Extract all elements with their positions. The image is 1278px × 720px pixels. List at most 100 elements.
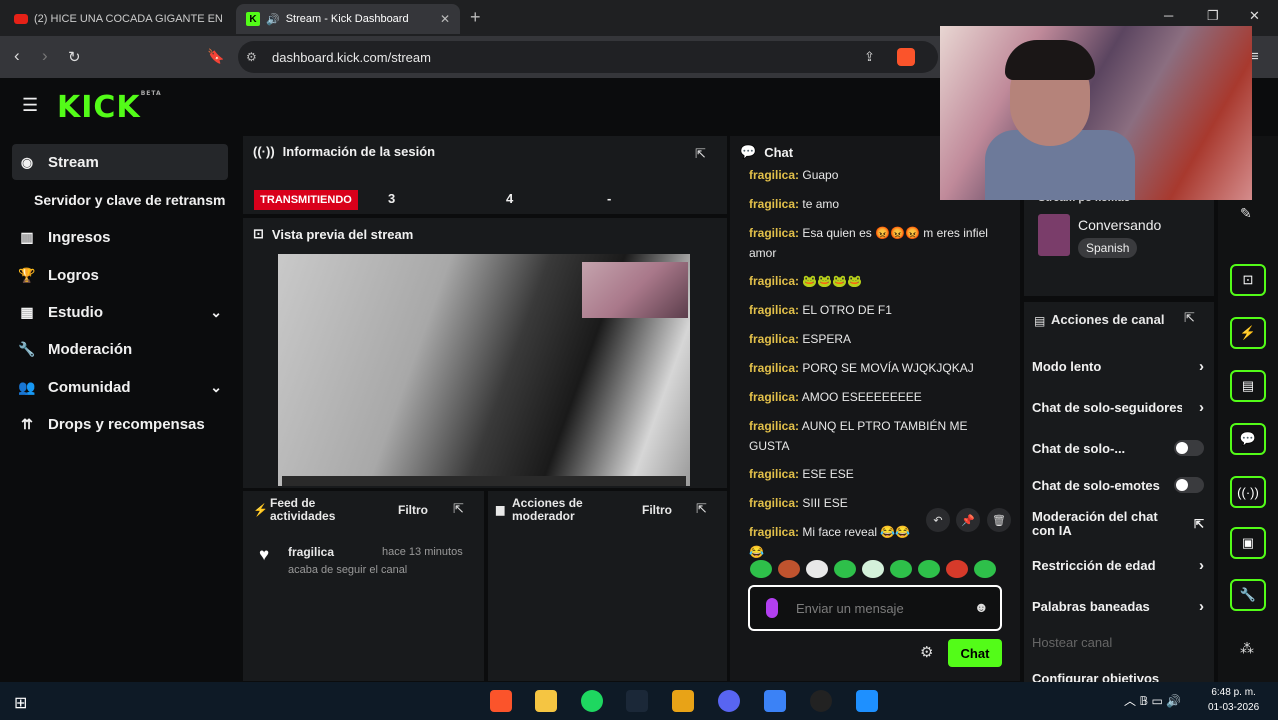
sidebar-item-server-key[interactable]: Servidor y clave de retransm (28, 182, 248, 218)
app-icon[interactable] (856, 690, 878, 712)
chat-message[interactable]: fragilica: ESPERA (749, 329, 999, 349)
browser-tab-kick[interactable]: K 🔊 Stream - Kick Dashboard ✕ (236, 4, 460, 34)
popout-icon[interactable]: ⇱ (696, 501, 707, 517)
chat-username[interactable]: fragilica: (749, 303, 799, 317)
popout-icon[interactable]: ⇱ (695, 146, 706, 162)
chat-message[interactable]: fragilica: AMOO ESEEEEEEEE (749, 387, 999, 407)
chat-username[interactable]: fragilica: (749, 419, 799, 433)
feed-username[interactable]: fragilica (288, 545, 334, 559)
chat-username[interactable]: fragilica: (749, 390, 799, 404)
tool-bolt-button[interactable]: ⚡ (1230, 317, 1266, 349)
share-icon[interactable]: ⇪ (864, 49, 875, 65)
chat-message[interactable]: fragilica: Esa quien es 😡😡😡 m eres infie… (749, 223, 999, 263)
chat-username[interactable]: fragilica: (749, 361, 799, 375)
spotify-icon[interactable] (581, 690, 603, 712)
subs-only-toggle[interactable] (1174, 440, 1204, 456)
chat-username[interactable]: fragilica: (749, 496, 799, 510)
chat-message[interactable]: fragilica: PORQ SE MOVÍA WJQKJQKAJ (749, 358, 999, 378)
maximize-icon[interactable]: ❐ (1207, 8, 1219, 24)
sidebar-item-moderacion[interactable]: 🔧 Moderación (12, 331, 228, 367)
emote-icon[interactable] (778, 560, 800, 578)
category-name[interactable]: Conversando (1078, 217, 1161, 233)
discord-icon[interactable] (718, 690, 740, 712)
send-chat-button[interactable]: Chat (948, 639, 1002, 667)
popout-icon[interactable]: ⇱ (453, 501, 464, 517)
chat-message[interactable]: fragilica: Mi face reveal 😂😂😂 (749, 522, 919, 562)
bookmark-icon[interactable]: 🔖 (207, 48, 224, 65)
chat-username[interactable]: fragilica: (749, 197, 799, 211)
chat-username[interactable]: fragilica: (749, 467, 799, 481)
emote-icon[interactable] (918, 560, 940, 578)
chat-username[interactable]: fragilica: (749, 168, 799, 182)
tool-camera-button[interactable]: ▣ (1230, 527, 1266, 559)
close-window-icon[interactable]: ✕ (1249, 8, 1260, 24)
emote-icon[interactable] (834, 560, 856, 578)
emote-icon[interactable] (974, 560, 996, 578)
banned-words-row[interactable]: Palabras baneadas › (1032, 598, 1204, 615)
new-tab-button[interactable]: + (470, 7, 481, 28)
tool-chat-button[interactable]: 💬 (1230, 423, 1266, 455)
age-restriction-row[interactable]: Restricción de edad › (1032, 557, 1204, 574)
microphone-icon[interactable] (766, 598, 778, 618)
chat-message[interactable]: fragilica: ESE ESE (749, 464, 999, 484)
tool-wrench-button[interactable]: 🔧 (1230, 579, 1266, 611)
slow-mode-row[interactable]: Modo lento › (1032, 358, 1204, 375)
emote-icon[interactable] (806, 560, 828, 578)
url-field[interactable]: dashboard.kick.com/stream (238, 41, 938, 73)
site-info-icon[interactable]: ⚙ (246, 50, 257, 64)
tray-icons[interactable]: ︿ 𝔹 ▭ 🔊 (1124, 692, 1181, 709)
windows-start-icon[interactable]: ⊞ (14, 693, 27, 713)
kick-logo[interactable]: KICKBETA (57, 90, 162, 125)
browser-tab-youtube[interactable]: (2) HICE UNA COCADA GIGANTE EN (4, 4, 232, 34)
popout-icon[interactable]: ⇱ (1184, 310, 1195, 326)
tool-notes-button[interactable]: ▤ (1230, 370, 1266, 402)
chat-username[interactable]: fragilica: (749, 332, 799, 346)
filter-button[interactable]: Filtro (642, 503, 672, 517)
pin-icon[interactable]: 📌 (956, 508, 980, 532)
sidebar-item-logros[interactable]: 🏆 Logros (12, 257, 228, 293)
close-tab-icon[interactable]: ✕ (440, 12, 450, 26)
more-icon[interactable]: ⁂ (1240, 640, 1254, 657)
chat-username[interactable]: fragilica: (749, 226, 799, 240)
edit-icon[interactable]: ✎ (1240, 205, 1252, 222)
goals-row[interactable]: Configurar objetivos (1032, 671, 1204, 682)
back-icon[interactable]: ‹ (14, 46, 20, 66)
ai-moderation-row[interactable]: Moderación del chat con IA ⇱ (1032, 510, 1204, 538)
chat-message[interactable]: fragilica: EL OTRO DE F1 (749, 300, 999, 320)
sidebar-item-ingresos[interactable]: ▥ Ingresos (12, 219, 228, 255)
chat-settings-icon[interactable]: ⚙ (920, 643, 933, 661)
chat-username[interactable]: fragilica: (749, 525, 799, 539)
tool-scene-button[interactable]: ⊡ (1230, 264, 1266, 296)
emote-icon[interactable] (750, 560, 772, 578)
roblox-icon[interactable] (764, 690, 786, 712)
delete-icon[interactable]: 🗑 (987, 508, 1011, 532)
chat-username[interactable]: fragilica: (749, 274, 799, 288)
tool-broadcast-button[interactable]: ((·)) (1230, 476, 1266, 508)
reload-icon[interactable]: ↻ (68, 48, 81, 66)
forward-icon[interactable]: › (42, 46, 48, 66)
brave-shield-icon[interactable] (897, 48, 915, 66)
sidebar-item-comunidad[interactable]: 👥 Comunidad ⌄ (12, 369, 228, 405)
sidebar-item-stream[interactable]: ◉ Stream (12, 144, 228, 180)
taskbar-clock[interactable]: 6:48 p. m. 01-03-2026 (1208, 685, 1259, 715)
emoji-picker-icon[interactable]: ☻ (974, 599, 989, 615)
sidebar-item-estudio[interactable]: ▦ Estudio ⌄ (12, 294, 228, 330)
minimize-icon[interactable]: ─ (1164, 8, 1173, 23)
brave-app-icon[interactable] (490, 690, 512, 712)
file-explorer-icon[interactable] (535, 690, 557, 712)
emote-icon[interactable] (946, 560, 968, 578)
obs-icon[interactable] (810, 690, 832, 712)
emote-icon[interactable] (890, 560, 912, 578)
emotes-only-toggle[interactable] (1174, 477, 1204, 493)
undo-icon[interactable]: ↶ (926, 508, 950, 532)
followers-only-row[interactable]: Chat de solo-seguidores › (1032, 399, 1204, 416)
chat-message[interactable]: fragilica: AUNQ EL PTRO TAMBIÉN ME GUSTA (749, 416, 999, 456)
sidebar-item-drops[interactable]: ⇈ Drops y recompensas (12, 406, 228, 442)
emote-icon[interactable] (862, 560, 884, 578)
app-icon[interactable] (672, 690, 694, 712)
chat-message-input[interactable]: Enviar un mensaje ☻ (748, 585, 1002, 631)
steam-icon[interactable] (626, 690, 648, 712)
chat-message[interactable]: fragilica: 🐸🐸🐸🐸 (749, 271, 999, 291)
filter-button[interactable]: Filtro (398, 503, 428, 517)
hamburger-menu-icon[interactable]: ☰ (22, 95, 38, 116)
